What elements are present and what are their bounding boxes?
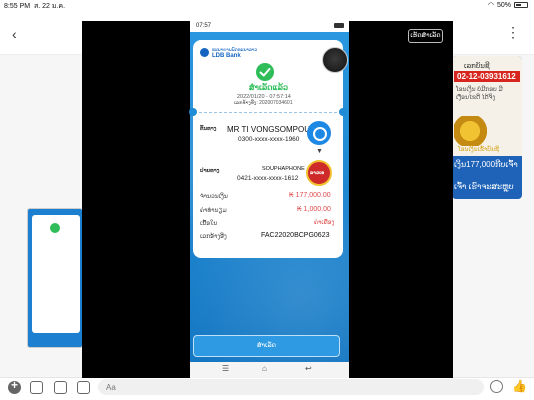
memo-value: ຄ່າເຄື່ອງ bbox=[314, 220, 335, 226]
home-icon[interactable]: ⌂ bbox=[262, 364, 267, 373]
back-icon[interactable]: ↩ bbox=[305, 364, 312, 373]
card-stamp: ໂອນເງິນເຂົ້າບັນຊີ bbox=[458, 147, 499, 153]
status-right: ◠ 50% bbox=[488, 1, 528, 9]
recent-apps-icon[interactable]: ☰ bbox=[222, 364, 229, 373]
phone-time: 07:57 bbox=[196, 23, 212, 29]
fee-label: ຄ່າທຳນຽມ bbox=[200, 208, 227, 214]
battery-percent: 50% bbox=[496, 1, 511, 9]
phone-status-bar: 07:57 bbox=[190, 21, 349, 32]
receipt-notch-right bbox=[339, 108, 347, 116]
battery-icon bbox=[514, 2, 528, 8]
divider bbox=[199, 112, 337, 113]
wifi-icon: ◠ bbox=[487, 2, 494, 9]
phone-nav-bar bbox=[190, 362, 349, 378]
amount-label: ຈຳນວນເງິນ bbox=[200, 194, 228, 200]
arrow-down-icon: ▼ bbox=[316, 148, 323, 155]
more-options-icon[interactable]: ⋮ bbox=[506, 24, 520, 41]
back-chevron-icon[interactable]: ‹ bbox=[12, 26, 17, 42]
avatar bbox=[322, 47, 348, 73]
done-button[interactable]: ເຮັດສຳເລັດ bbox=[408, 29, 443, 43]
shared-image-card[interactable]: ເລກບັນຊີ 02-12-03931612 ໂອນເງິນ ບໍ່ມີກອບ… bbox=[452, 56, 522, 199]
coins-image bbox=[454, 116, 494, 146]
reference-value: FAC22020BCPG0623 bbox=[261, 232, 330, 239]
status-date: ส. 22 ม.ค. bbox=[33, 3, 66, 10]
chat-message-amount: ເງິນ177,000ກີບເຈົ້າ bbox=[454, 160, 518, 169]
bank-logo-icon bbox=[200, 48, 209, 57]
to-name: SOUPHAPHONE bbox=[262, 166, 305, 172]
to-bank-logo-icon: ລາວເອ bbox=[306, 160, 332, 186]
bank-name: LDB Bank bbox=[212, 53, 241, 59]
from-account: 0300-xxxx-xxxx-1960 bbox=[238, 136, 300, 143]
message-input[interactable]: Aa bbox=[98, 379, 484, 395]
thumbnail-check-icon bbox=[50, 223, 60, 233]
to-account: 0421-xxxx-xxxx-1612 bbox=[237, 175, 299, 182]
card-account: 02-12-03931612 bbox=[454, 71, 520, 82]
reference-label: ເລກອ້າງອີງ bbox=[200, 234, 227, 240]
grid-icon[interactable] bbox=[77, 381, 90, 394]
ipad-status-bar: 8:55 PM ส. 22 ม.ค. ◠ 50% bbox=[0, 0, 534, 11]
transaction-ref-line: ເລກອ້າງອີງ: 202007034601 bbox=[234, 100, 293, 106]
sent-receipt-thumbnail[interactable] bbox=[27, 208, 83, 348]
phone-battery-icon bbox=[334, 23, 344, 28]
receipt-notch-left bbox=[189, 108, 197, 116]
to-label: ປາຍທາງ bbox=[200, 168, 220, 174]
from-name: MR TI VONGSOMPOU bbox=[227, 125, 310, 134]
chat-message-confirm: ເຈົ້າ ເຮົາຈະສະຫຼຸບ bbox=[454, 182, 514, 191]
status-time: 8:55 PM bbox=[4, 3, 31, 10]
close-button[interactable]: ສຳເລັດ bbox=[193, 335, 340, 357]
card-title: ເລກບັນຊີ bbox=[464, 63, 490, 70]
fee-value: ₭ 1,000.00 bbox=[297, 206, 331, 213]
from-bank-logo-icon bbox=[307, 121, 331, 145]
plus-icon[interactable] bbox=[8, 378, 21, 394]
like-icon[interactable]: 👍 bbox=[512, 379, 527, 393]
camera-icon[interactable] bbox=[30, 381, 43, 394]
emoji-icon[interactable] bbox=[490, 380, 503, 393]
card-desc: ໂອນເງິນ ບໍ່ມີກອບ ມີເງື່ອນໄຂດີ ໄດ້ຈິງ bbox=[456, 87, 503, 101]
success-check-icon bbox=[256, 63, 274, 81]
to-bank-logo-text: ລາວເອ bbox=[310, 170, 325, 176]
success-status: ສຳເລັດແລ້ວ bbox=[249, 83, 288, 92]
amount-value: ₭ 177,000.00 bbox=[289, 192, 331, 199]
memo-label: ເນື້ອໃນ bbox=[200, 221, 218, 227]
from-label: ຕົ້ນທາງ bbox=[200, 126, 217, 132]
gallery-icon[interactable] bbox=[54, 381, 67, 394]
